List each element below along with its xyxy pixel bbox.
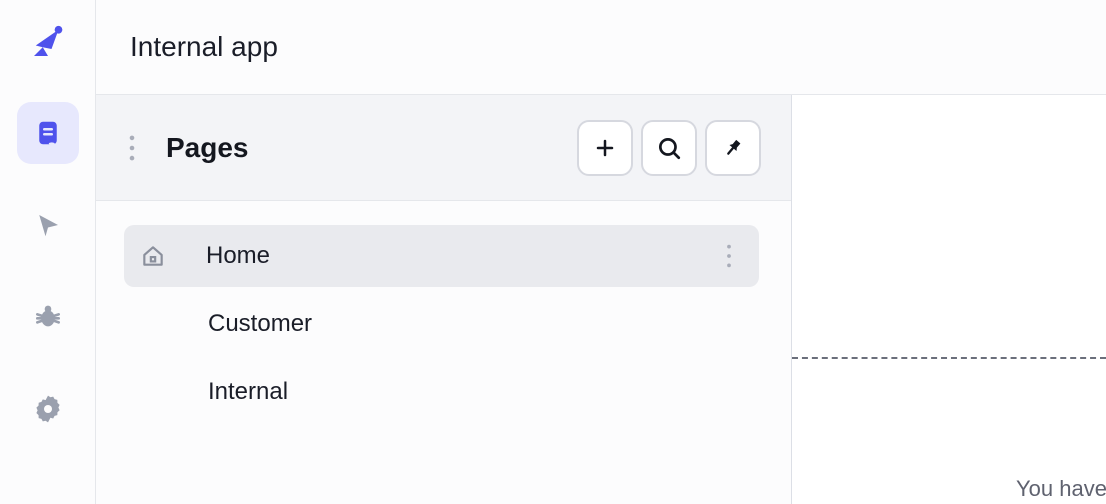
rail-pages-icon[interactable] [17, 102, 79, 164]
drag-handle-icon[interactable] [120, 128, 144, 168]
pin-panel-button[interactable] [705, 120, 761, 176]
app-title: Internal app [130, 31, 278, 63]
canvas-empty-hint: You haven't added [1016, 476, 1106, 502]
canvas-dashed-divider [792, 357, 1106, 359]
page-item-label: Internal [208, 378, 288, 406]
rail-cursor-icon[interactable] [17, 194, 79, 256]
plus-icon [593, 136, 617, 160]
pages-panel-header: Pages [96, 95, 791, 201]
pin-icon [722, 137, 744, 159]
pages-panel-title: Pages [166, 132, 249, 164]
page-item-label: Customer [208, 310, 312, 338]
search-pages-button[interactable] [641, 120, 697, 176]
page-item-more-icon[interactable] [717, 236, 741, 276]
canvas-area[interactable]: You haven't added [792, 95, 1106, 504]
add-page-button[interactable] [577, 120, 633, 176]
page-item-label: Home [206, 242, 270, 270]
icon-rail [0, 0, 96, 504]
pages-list: Home Customer [96, 201, 791, 423]
page-item-internal[interactable]: Internal [124, 361, 759, 423]
topbar: Internal app [96, 0, 1106, 95]
app-logo-icon [24, 18, 72, 66]
page-item-home[interactable]: Home [124, 225, 759, 287]
page-item-customer[interactable]: Customer [124, 293, 759, 355]
home-icon [140, 243, 168, 269]
search-icon [656, 135, 682, 161]
pages-panel: Pages [96, 95, 792, 504]
rail-settings-icon[interactable] [17, 378, 79, 440]
rail-debug-icon[interactable] [17, 286, 79, 348]
